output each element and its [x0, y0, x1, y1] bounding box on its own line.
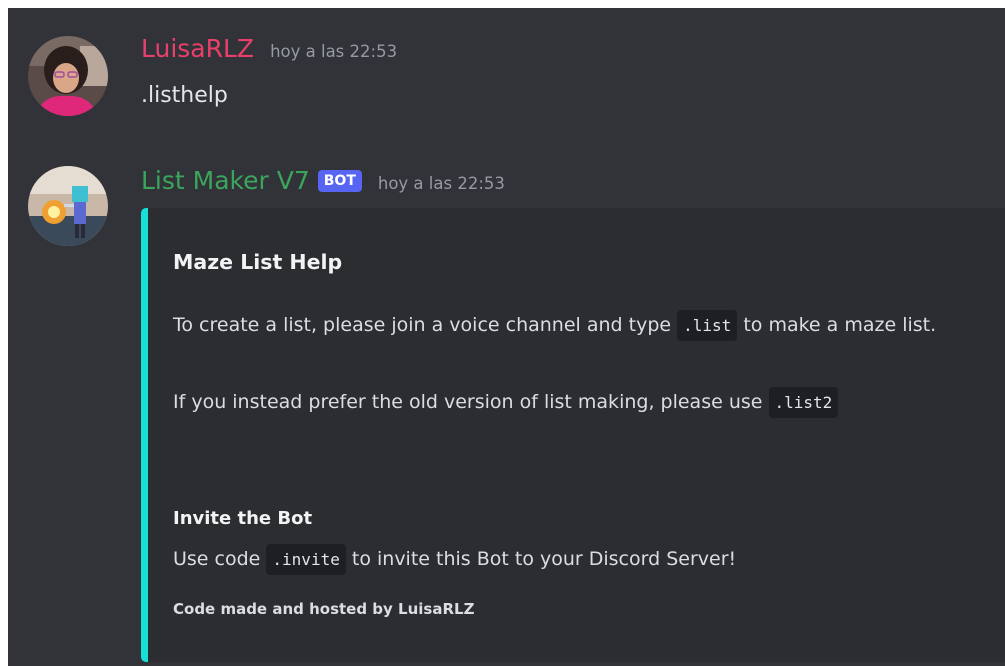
embed-field-name: Invite the Bot: [173, 508, 313, 529]
bot-avatar[interactable]: [28, 166, 108, 246]
bot-username[interactable]: List Maker V7: [141, 166, 310, 195]
text: To create a list, please join a voice ch…: [173, 314, 678, 336]
embed-title: Maze List Help: [173, 250, 343, 274]
text: If you instead prefer the old version of…: [173, 391, 769, 413]
bot-badge: BOT: [317, 170, 362, 192]
inline-code: .list: [677, 310, 738, 341]
text: Use code: [173, 548, 267, 570]
timestamp: hoy a las 22:53: [270, 42, 398, 61]
username[interactable]: LuisaRLZ: [141, 34, 254, 63]
embed-field-value: Use code .invite to invite this Bot to y…: [173, 542, 736, 577]
timestamp: hoy a las 22:53: [377, 174, 505, 193]
inline-code: .list2: [768, 387, 839, 418]
description-paragraph: To create a list, please join a voice ch…: [173, 306, 993, 345]
embed-footer: Code made and hosted by LuisaRLZ: [173, 600, 475, 618]
message-content: .listhelp: [141, 83, 228, 108]
message-header: List Maker V7 BOT hoy a las 22:53: [141, 166, 505, 196]
user-avatar[interactable]: [28, 36, 108, 116]
embed-description: To create a list, please join a voice ch…: [173, 306, 993, 422]
embed: Maze List Help To create a list, please …: [141, 208, 1005, 662]
description-paragraph: If you instead prefer the old version of…: [173, 383, 993, 422]
message-header: LuisaRLZ hoy a las 22:53: [141, 34, 397, 63]
text: to make a maze list.: [737, 314, 937, 336]
inline-code: .invite: [266, 544, 346, 575]
text: to invite this Bot to your Discord Serve…: [345, 548, 737, 570]
chat-area: LuisaRLZ hoy a las 22:53 .listhelp List …: [8, 8, 1005, 666]
